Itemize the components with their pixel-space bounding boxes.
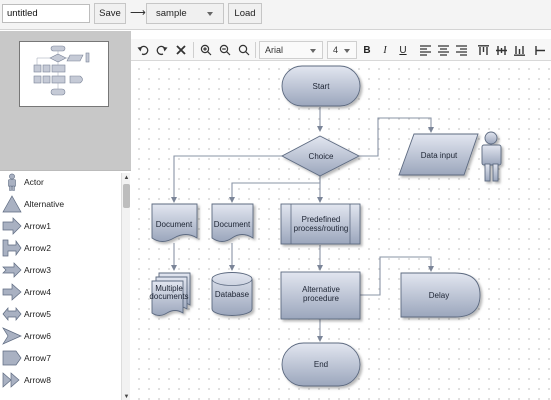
palette-item-label: Arrow5 xyxy=(24,309,51,319)
arrow6-icon xyxy=(2,327,22,345)
font-family-select[interactable]: Arial xyxy=(259,41,323,59)
palette-item-arrow5[interactable]: Arrow5 xyxy=(0,303,120,325)
chevron-down-icon xyxy=(310,49,316,53)
arrow5-icon xyxy=(2,307,22,321)
delay-label: Delay xyxy=(429,291,449,300)
document-label-1: Document xyxy=(156,220,193,229)
palette-item-arrow2[interactable]: Arrow2 xyxy=(0,237,120,259)
filename-input[interactable] xyxy=(2,4,90,23)
chevron-down-icon xyxy=(207,12,213,16)
end-label: End xyxy=(314,360,328,369)
palette-item-arrow3[interactable]: Arrow3 xyxy=(0,259,120,281)
diagram-canvas[interactable]: Start Choice Data input Document Documen… xyxy=(131,61,551,400)
palette-item-arrow6[interactable]: Arrow6 xyxy=(0,325,120,347)
left-panel: Actor Alternative Arrow1 Arrow2 Arrow3 A… xyxy=(0,31,131,400)
undo-icon[interactable] xyxy=(134,41,152,59)
align-middle-icon[interactable] xyxy=(492,41,510,59)
top-bar: Save ⟶ sample Load xyxy=(0,0,551,30)
palette-item-label: Arrow2 xyxy=(24,243,51,253)
palette-item-label: Arrow4 xyxy=(24,287,51,297)
toolbar-separator xyxy=(193,42,194,58)
save-button[interactable]: Save xyxy=(94,3,126,24)
outline-panel xyxy=(0,31,131,170)
choice-label: Choice xyxy=(309,152,334,161)
align-bottom-icon[interactable] xyxy=(510,41,528,59)
scroll-down-icon[interactable]: ▼ xyxy=(122,392,131,400)
arrow1-icon xyxy=(2,217,22,235)
align-right-icon[interactable] xyxy=(452,41,470,59)
align-center-icon[interactable] xyxy=(434,41,452,59)
font-family-value: Arial xyxy=(265,45,284,55)
palette-item-label: Arrow8 xyxy=(24,375,51,385)
palette-item-label: Actor xyxy=(24,177,44,187)
connector[interactable] xyxy=(171,155,282,203)
palette-item-arrow8[interactable]: Arrow8 xyxy=(0,369,120,391)
arrow2-icon xyxy=(2,239,22,257)
delete-icon[interactable] xyxy=(172,41,190,59)
scroll-up-icon[interactable]: ▲ xyxy=(122,173,131,182)
line-icon[interactable] xyxy=(530,41,548,59)
zoom-in-icon[interactable] xyxy=(197,41,215,59)
load-button[interactable]: Load xyxy=(228,3,262,24)
flowchart: Start Choice Data input Document Documen… xyxy=(149,65,502,387)
arrow-right-icon: ⟶ xyxy=(130,7,146,19)
document-label-2: Document xyxy=(214,220,251,229)
palette-item-label: Arrow1 xyxy=(24,221,51,231)
arrow7-icon xyxy=(2,350,22,366)
font-size-value: 4 xyxy=(333,45,339,55)
palette-item-arrow7[interactable]: Arrow7 xyxy=(0,347,120,369)
palette-item-label: Alternative xyxy=(24,199,65,209)
palette-item-label: Arrow3 xyxy=(24,265,51,275)
align-left-icon[interactable] xyxy=(416,41,434,59)
start-label: Start xyxy=(313,82,331,91)
arrow4-icon xyxy=(2,283,22,301)
shape-palette: Actor Alternative Arrow1 Arrow2 Arrow3 A… xyxy=(0,170,131,400)
palette-item-label: Arrow7 xyxy=(24,353,51,363)
align-top-icon[interactable] xyxy=(474,41,492,59)
scroll-thumb[interactable] xyxy=(123,184,130,208)
palette-item-arrow4[interactable]: Arrow4 xyxy=(0,281,120,303)
data-input-label: Data input xyxy=(421,151,458,160)
multiple-documents-label-line2: documents xyxy=(149,292,188,301)
alternative-label-line2: procedure xyxy=(303,294,340,303)
palette-scrollbar[interactable]: ▲ ▼ xyxy=(121,173,130,400)
italic-button[interactable]: I xyxy=(376,41,394,59)
arrow8-icon xyxy=(2,372,20,388)
bold-button[interactable]: B xyxy=(358,41,376,59)
outline-viewport[interactable] xyxy=(19,41,109,107)
triangle-icon xyxy=(2,195,22,213)
zoom-actual-icon[interactable] xyxy=(235,41,253,59)
editor-toolbar: Arial 4 B I U xyxy=(131,39,551,61)
toolbar-separator xyxy=(255,42,256,58)
connector[interactable] xyxy=(229,176,321,203)
palette-item-arrow1[interactable]: Arrow1 xyxy=(0,215,120,237)
outline-thumbnail xyxy=(33,45,90,96)
chevron-down-icon xyxy=(344,49,350,53)
underline-button[interactable]: U xyxy=(394,41,412,59)
zoom-out-icon[interactable] xyxy=(216,41,234,59)
palette-item-actor[interactable]: Actor xyxy=(0,171,120,193)
palette-item-alternative[interactable]: Alternative xyxy=(0,193,120,215)
file-select-value: sample xyxy=(156,8,187,19)
font-size-select[interactable]: 4 xyxy=(327,41,357,59)
alternative-label-line1: Alternative xyxy=(302,285,340,294)
actor-shape[interactable] xyxy=(481,131,502,182)
database-label: Database xyxy=(215,290,250,299)
predefined-label-line1: Predefined xyxy=(302,215,341,224)
redo-icon[interactable] xyxy=(153,41,171,59)
actor-icon xyxy=(8,173,16,191)
palette-item-label: Arrow6 xyxy=(24,331,51,341)
predefined-label-line2: process/routing xyxy=(294,224,349,233)
arrow3-icon xyxy=(2,262,22,278)
file-select[interactable]: sample xyxy=(146,3,224,24)
